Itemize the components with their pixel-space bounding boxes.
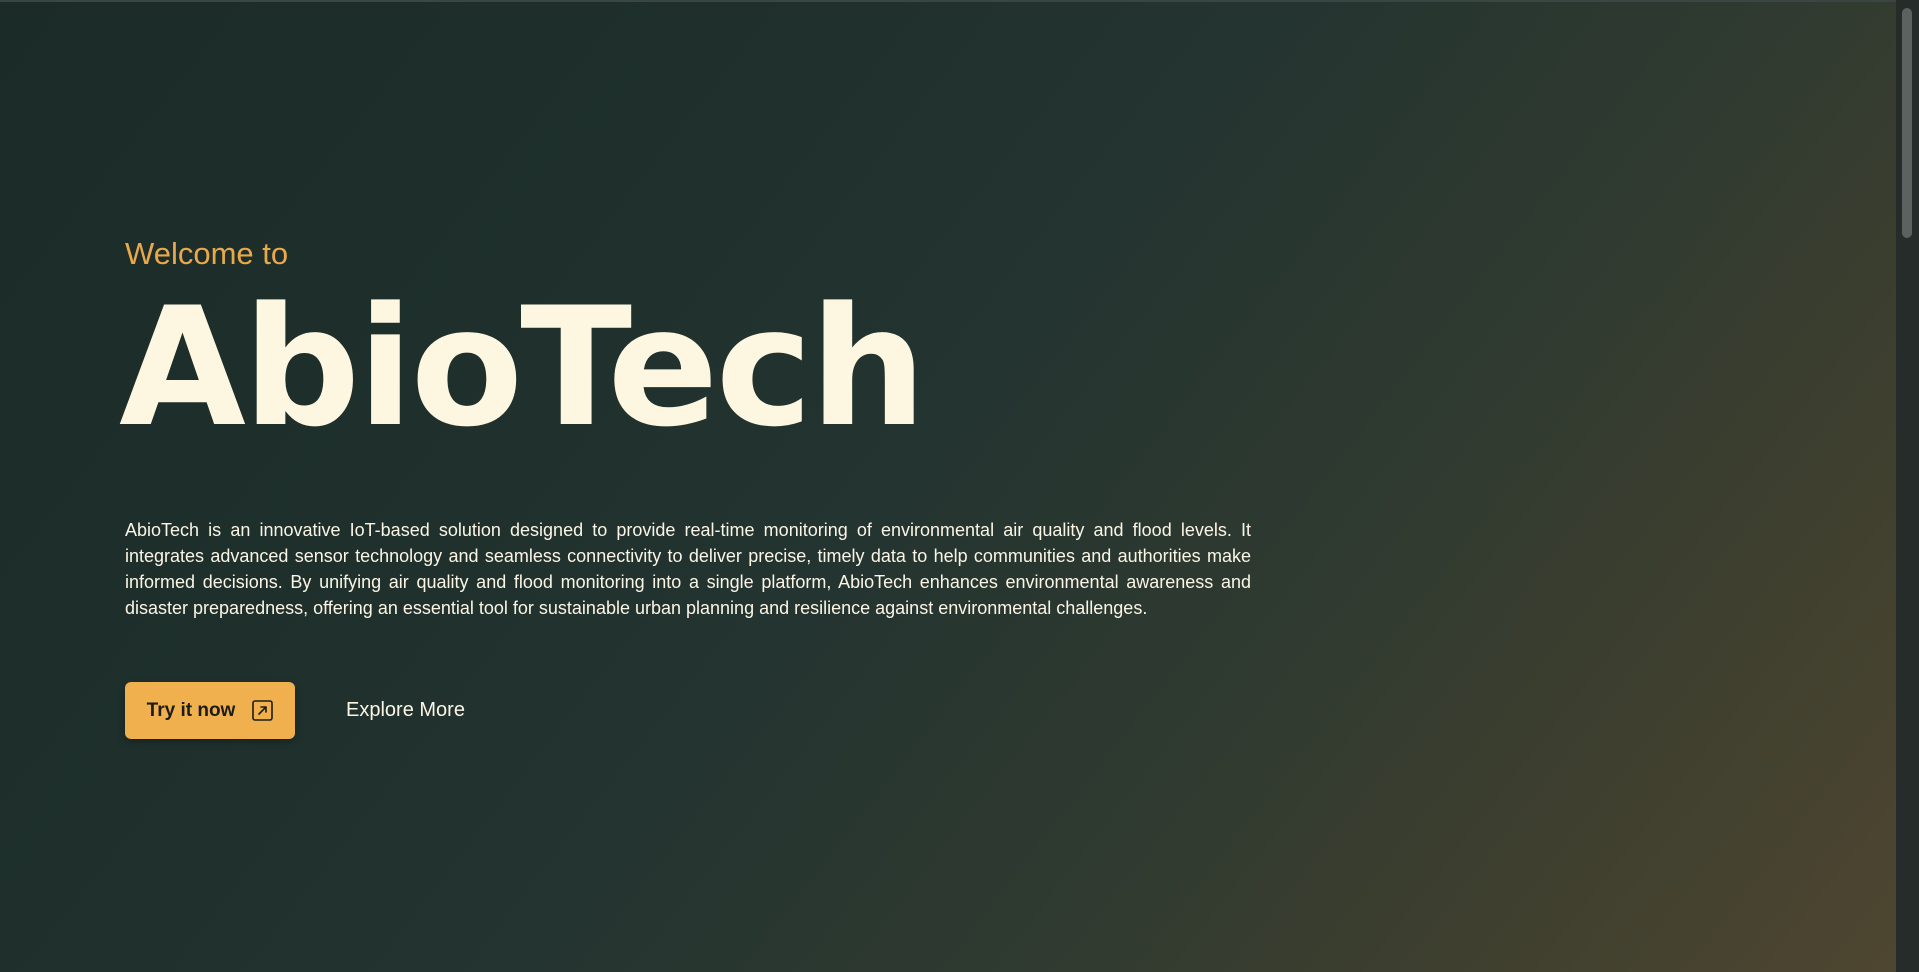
try-it-now-label: Try it now xyxy=(146,699,236,721)
hero-actions: Try it now Explore More xyxy=(125,682,465,739)
vertical-scrollbar-thumb[interactable] xyxy=(1902,8,1912,238)
hero-description: AbioTech is an innovative IoT-based solu… xyxy=(125,520,1251,618)
explore-more-button[interactable]: Explore More xyxy=(346,699,465,722)
hero-title: AbioTech xyxy=(119,272,926,463)
external-link-icon xyxy=(252,700,274,721)
top-border xyxy=(0,0,1919,2)
hero-eyebrow: Welcome to xyxy=(125,236,289,271)
page: Welcome to AbioTech AbioTech is an innov… xyxy=(0,0,1919,972)
try-it-now-button[interactable]: Try it now xyxy=(125,682,295,739)
